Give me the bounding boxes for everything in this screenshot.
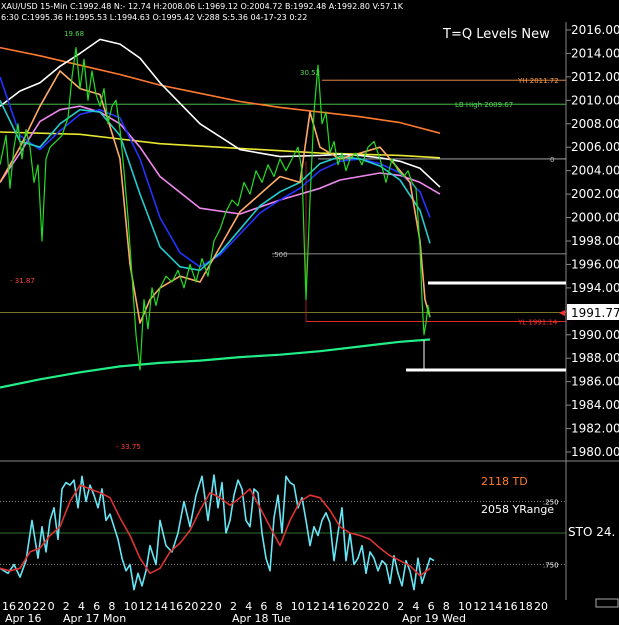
time-tick-label: 16 bbox=[169, 600, 183, 613]
price-tick-label: 1984.00 bbox=[571, 398, 619, 412]
time-tick-label: 20 bbox=[534, 600, 548, 613]
time-tick-label: 12 bbox=[473, 600, 487, 613]
price-tick-label: 1990.00 bbox=[571, 328, 619, 342]
price-tick-label: 2010.00 bbox=[571, 93, 619, 107]
time-tick-label: 10 bbox=[291, 600, 305, 613]
extreme-annotation: - 33.75 bbox=[116, 443, 141, 451]
extreme-annotation: 19.68 bbox=[64, 30, 84, 38]
date-label: Apr 16 bbox=[5, 612, 42, 625]
price-tick-label: 2000.00 bbox=[571, 211, 619, 225]
td-label: 2118 TD bbox=[481, 475, 528, 488]
level-label: .500 bbox=[272, 251, 288, 259]
header-quote-line: XAU/USD 15-Min C:1992.48 N:- 12.74 H:200… bbox=[1, 2, 404, 11]
price-tick-label: 2002.00 bbox=[571, 187, 619, 201]
current-price-label: 1991.77 bbox=[571, 306, 619, 320]
time-tick-label: 14 bbox=[321, 600, 335, 613]
price-tick-label: 1998.00 bbox=[571, 234, 619, 248]
time-tick-label: 18 bbox=[519, 600, 533, 613]
price-tick-label: 2012.00 bbox=[571, 70, 619, 84]
sto-label: STO 24. bbox=[568, 525, 615, 539]
time-tick-label: 12 bbox=[306, 600, 320, 613]
time-tick-label: 16 bbox=[504, 600, 518, 613]
current-price-marker: 1991.77 bbox=[559, 304, 619, 320]
extreme-annotation: - 31.87 bbox=[10, 277, 35, 285]
time-tick-label: 22 bbox=[200, 600, 214, 613]
time-tick-label: 20 bbox=[352, 600, 366, 613]
level-label: 0 bbox=[550, 156, 554, 164]
price-tick-label: 1980.00 bbox=[571, 445, 619, 459]
extreme-annotation: 30.52 bbox=[300, 69, 320, 77]
price-tick-label: 1982.00 bbox=[571, 422, 619, 436]
chart-title: T=Q Levels New bbox=[442, 27, 550, 42]
time-tick-label: 22 bbox=[367, 600, 381, 613]
price-tick-label: 2004.00 bbox=[571, 164, 619, 178]
price-tick-label: 2006.00 bbox=[571, 140, 619, 154]
price-tick-label: 1986.00 bbox=[571, 375, 619, 389]
time-tick-label: 14 bbox=[488, 600, 502, 613]
level-label: YH 2011.72 bbox=[517, 77, 559, 85]
date-label: Apr 17 Mon bbox=[63, 612, 126, 625]
header-bar-line: 6:30 C:1995.36 H:1995.53 L:1994.63 O:199… bbox=[1, 13, 307, 22]
price-tick-label: 2016.00 bbox=[571, 23, 619, 37]
time-tick-label: 0 bbox=[215, 600, 222, 613]
time-tick-label: 12 bbox=[139, 600, 153, 613]
level-label: YL 1991.14 bbox=[517, 318, 558, 326]
time-tick-label: 14 bbox=[154, 600, 168, 613]
price-tick-label: 1994.00 bbox=[571, 281, 619, 295]
sto-level-label: .750 bbox=[543, 562, 559, 570]
price-tick-label: 2014.00 bbox=[571, 46, 619, 60]
time-tick-label: 16 bbox=[336, 600, 350, 613]
yrange-label: 2058 YRange bbox=[481, 503, 554, 516]
price-tick-label: 1988.00 bbox=[571, 351, 619, 365]
time-tick-label: 0 bbox=[48, 600, 55, 613]
time-tick-label: 20 bbox=[184, 600, 198, 613]
time-tick-label: 0 bbox=[382, 600, 389, 613]
date-label: Apr 18 Tue bbox=[232, 612, 291, 625]
price-tick-label: 2008.00 bbox=[571, 117, 619, 131]
date-label: Apr 19 Wed bbox=[402, 612, 466, 625]
chart-canvas: XAU/USD 15-Min C:1992.48 N:- 12.74 H:200… bbox=[0, 0, 619, 625]
level-label: LB High 2009.67 bbox=[455, 101, 513, 109]
price-tick-label: 1996.00 bbox=[571, 257, 619, 271]
